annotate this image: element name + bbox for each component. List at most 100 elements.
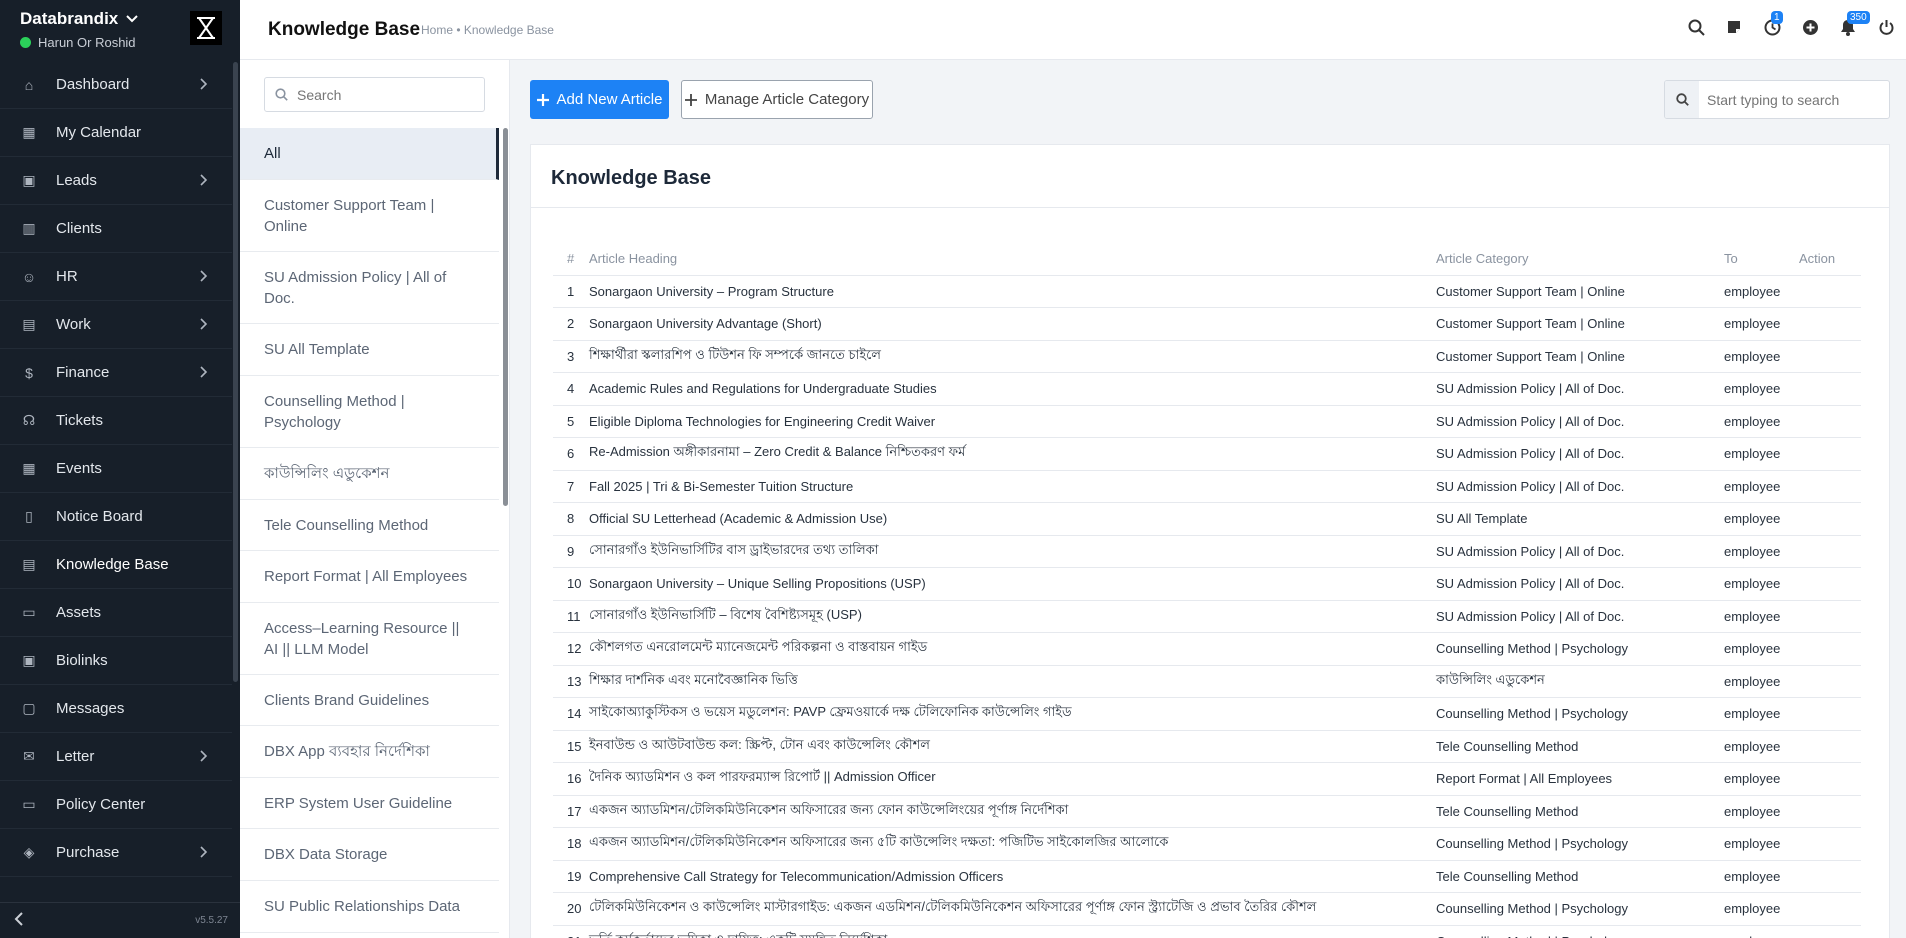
row-action-cell[interactable] bbox=[1799, 372, 1861, 406]
category-scrollbar[interactable] bbox=[503, 128, 508, 506]
sidebar-item-dashboard[interactable]: ⌂ Dashboard bbox=[0, 61, 232, 109]
article-heading-link[interactable]: Sonargaon University Advantage (Short) bbox=[589, 307, 1436, 341]
row-action-cell[interactable] bbox=[1799, 567, 1861, 601]
category-item[interactable]: SU Admission Policy | All of Doc. bbox=[240, 252, 499, 324]
row-number: 16 bbox=[553, 762, 589, 796]
article-heading-link[interactable]: একজন অ্যাডমিশন/টেলিকমিউনিকেশন অফিসারের জ… bbox=[589, 795, 1436, 828]
row-action-cell[interactable] bbox=[1799, 925, 1861, 938]
article-heading-link[interactable]: Sonargaon University – Program Structure bbox=[589, 275, 1436, 308]
sticky-note-icon[interactable] bbox=[1724, 16, 1744, 38]
article-heading-link[interactable]: Comprehensive Call Strategy for Telecomm… bbox=[589, 860, 1436, 893]
table-row: 5 Eligible Diploma Technologies for Engin… bbox=[553, 405, 1861, 438]
article-heading-link[interactable]: ভর্তি কর্মকর্তাদের ভূমিকা ও দায়িত্ব: এক… bbox=[589, 925, 1436, 938]
article-heading-link[interactable]: শিক্ষার্থীরা স্কলারশিপ ও টিউশন ফি সম্পর্… bbox=[589, 340, 1436, 373]
category-item[interactable]: কাউন্সিলিং এডুকেশন bbox=[240, 448, 499, 500]
article-heading-link[interactable]: Eligible Diploma Technologies for Engine… bbox=[589, 405, 1436, 438]
category-item[interactable]: DBX Data Storage bbox=[240, 829, 499, 881]
article-heading-link[interactable]: একজন অ্যাডমিশন/টেলিকমিউনিকেশন অফিসারের জ… bbox=[589, 827, 1436, 861]
sidebar-item-my-calendar[interactable]: ▦ My Calendar bbox=[0, 109, 232, 157]
row-action-cell[interactable] bbox=[1799, 697, 1861, 731]
category-item[interactable]: DBX App ব্যবহার নির্দেশিকা bbox=[240, 726, 499, 778]
sidebar-item-hr[interactable]: ☺ HR bbox=[0, 253, 232, 301]
row-action-cell[interactable] bbox=[1799, 307, 1861, 341]
sidebar-item-messages[interactable]: ▢ Messages bbox=[0, 685, 232, 733]
sidebar-item-assets[interactable]: ▭ Assets bbox=[0, 589, 232, 637]
article-heading-link[interactable]: সাইকোঅ্যাকুস্টিকস ও ভয়েস মডুলেশন: PAVP … bbox=[589, 697, 1436, 731]
column-header-article-category[interactable]: Article Category bbox=[1436, 242, 1724, 276]
sidebar-item-finance[interactable]: $ Finance bbox=[0, 349, 232, 397]
category-item[interactable]: SU All Template bbox=[240, 324, 499, 376]
sidebar-item-events[interactable]: ▦ Events bbox=[0, 445, 232, 493]
sidebar-item-biolinks[interactable]: ▣ Biolinks bbox=[0, 637, 232, 685]
search-icon[interactable] bbox=[1686, 16, 1706, 38]
column-header-article-heading[interactable]: Article Heading bbox=[589, 242, 1436, 276]
row-action-cell[interactable] bbox=[1799, 405, 1861, 438]
article-heading-link[interactable]: Academic Rules and Regulations for Under… bbox=[589, 372, 1436, 406]
sidebar-item-leads[interactable]: ▣ Leads bbox=[0, 157, 232, 205]
knowledge-base-card: Knowledge Base # Article Heading Article… bbox=[530, 144, 1890, 938]
row-action-cell[interactable] bbox=[1799, 892, 1861, 926]
notification-bell-icon[interactable]: 350 bbox=[1838, 11, 1870, 38]
collapse-sidebar-icon[interactable] bbox=[14, 910, 24, 931]
article-heading-link[interactable]: টেলিকমিউনিকেশন ও কাউন্সেলিং মাস্টারগাইড:… bbox=[589, 892, 1436, 926]
article-heading-link[interactable]: শিক্ষার দার্শনিক এবং মনোবৈজ্ঞানিক ভিত্তি bbox=[589, 665, 1436, 698]
category-item[interactable]: Customer Support Team | Online bbox=[240, 180, 499, 252]
article-heading-link[interactable]: Re-Admission অঙ্গীকারনামা – Zero Credit … bbox=[589, 437, 1436, 471]
article-heading-link[interactable]: Sonargaon University – Unique Selling Pr… bbox=[589, 567, 1436, 601]
article-search bbox=[1664, 80, 1890, 119]
row-action-cell[interactable] bbox=[1799, 860, 1861, 893]
article-heading-link[interactable]: সোনারগাঁও ইউনিভার্সিটির বাস ড্রাইভারদের … bbox=[589, 535, 1436, 568]
add-circle-icon[interactable] bbox=[1800, 16, 1820, 38]
leads-card-icon: ▣ bbox=[22, 172, 36, 188]
row-action-cell[interactable] bbox=[1799, 730, 1861, 763]
sidebar-item-tickets[interactable]: ☊ Tickets bbox=[0, 397, 232, 445]
monitor-policy-icon: ▭ bbox=[22, 796, 36, 812]
category-item[interactable]: ERP System User Guideline bbox=[240, 778, 499, 829]
article-audience: employee bbox=[1724, 307, 1799, 341]
article-heading-link[interactable]: কৌশলগত এনরোলমেন্ট ম্যানেজমেন্ট পরিকল্পনা… bbox=[589, 632, 1436, 666]
sidebar-item-notice-board[interactable]: ▯ Notice Board bbox=[0, 493, 232, 541]
sidebar-item-clients[interactable]: ▥ Clients bbox=[0, 205, 232, 253]
row-action-cell[interactable] bbox=[1799, 437, 1861, 471]
manage-article-category-button[interactable]: Manage Article Category bbox=[681, 80, 873, 119]
power-icon[interactable] bbox=[1876, 16, 1896, 38]
sidebar-item-knowledge-base[interactable]: ▤ Knowledge Base bbox=[0, 541, 232, 589]
add-new-article-button[interactable]: Add New Article bbox=[530, 80, 669, 119]
column-header-number[interactable]: # bbox=[553, 242, 589, 276]
category-item[interactable]: SU Public Relationships Data bbox=[240, 881, 499, 933]
row-action-cell[interactable] bbox=[1799, 762, 1861, 796]
sidebar-item-letter[interactable]: ✉ Letter bbox=[0, 733, 232, 781]
sidebar-item-purchase[interactable]: ◈ Purchase bbox=[0, 829, 232, 877]
category-item[interactable]: Tele Counselling Method bbox=[240, 500, 499, 551]
category-item[interactable]: Clients Brand Guidelines bbox=[240, 675, 499, 726]
row-action-cell[interactable] bbox=[1799, 502, 1861, 536]
article-heading-link[interactable]: Official SU Letterhead (Academic & Admis… bbox=[589, 502, 1436, 536]
row-action-cell[interactable] bbox=[1799, 470, 1861, 503]
article-heading-link[interactable]: দৈনিক অ্যাডমিশন ও কল পারফরম্যান্স রিপোর্… bbox=[589, 762, 1436, 796]
sidebar-item-work[interactable]: ▤ Work bbox=[0, 301, 232, 349]
article-search-input[interactable] bbox=[1699, 91, 1879, 108]
sidebar-scrollbar[interactable] bbox=[233, 62, 238, 682]
category-item[interactable]: All bbox=[240, 128, 499, 180]
sidebar-item-policy-center[interactable]: ▭ Policy Center bbox=[0, 781, 232, 829]
category-item[interactable]: Counselling Method | Psychology bbox=[240, 376, 499, 448]
app-logo-icon[interactable] bbox=[190, 11, 222, 45]
row-action-cell[interactable] bbox=[1799, 795, 1861, 828]
row-action-cell[interactable] bbox=[1799, 275, 1861, 308]
article-heading-link[interactable]: সোনারগাঁও ইউনিভার্সিটি – বিশেষ বৈশিষ্ট্য… bbox=[589, 600, 1436, 633]
row-action-cell[interactable] bbox=[1799, 600, 1861, 633]
timer-icon[interactable]: 1 bbox=[1762, 11, 1783, 38]
article-heading-link[interactable]: ইনবাউন্ড ও আউটবাউন্ড কল: স্ক্রিপ্ট, টোন … bbox=[589, 730, 1436, 763]
row-action-cell[interactable] bbox=[1799, 632, 1861, 666]
category-item[interactable]: Report Format | All Employees bbox=[240, 551, 499, 603]
breadcrumb: Home • Knowledge Base bbox=[421, 23, 554, 37]
row-action-cell[interactable] bbox=[1799, 827, 1861, 861]
search-icon bbox=[1665, 81, 1699, 118]
row-action-cell[interactable] bbox=[1799, 340, 1861, 373]
column-header-to[interactable]: To bbox=[1724, 242, 1799, 276]
category-item[interactable]: Access–Learning Resource || AI || LLM Mo… bbox=[240, 603, 499, 675]
row-action-cell[interactable] bbox=[1799, 665, 1861, 698]
category-search-input[interactable] bbox=[297, 86, 467, 103]
article-heading-link[interactable]: Fall 2025 | Tri & Bi-Semester Tuition St… bbox=[589, 470, 1436, 503]
row-action-cell[interactable] bbox=[1799, 535, 1861, 568]
